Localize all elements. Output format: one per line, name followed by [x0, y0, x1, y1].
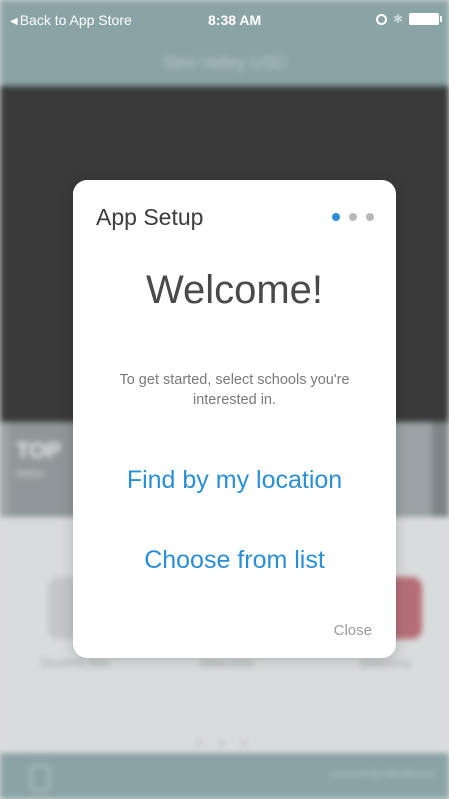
app-header: Simi Valley USD [0, 40, 449, 86]
page-dot-2 [349, 213, 357, 221]
status-indicators: ✱ [375, 12, 442, 26]
close-button[interactable]: Close [334, 622, 372, 639]
status-bar: ◀ Back to App Store 8:38 AM ✱ [0, 0, 449, 40]
app-header-title: Simi Valley USD [162, 53, 287, 72]
powered-by-label: powered by Blackboard [330, 769, 435, 780]
bluetooth-icon: ✱ [392, 12, 403, 26]
background-page-dots: ● ● ● [195, 735, 254, 749]
tile-next [432, 422, 449, 517]
page-dot-1 [332, 213, 340, 221]
app-setup-dialog: App Setup Welcome! To get started, selec… [73, 180, 396, 658]
choose-from-list-button[interactable]: Choose from list [73, 546, 396, 575]
back-to-app-store-label: Back to App Store [19, 12, 132, 28]
dialog-title: App Setup [96, 204, 204, 230]
status-time: 8:38 AM [208, 12, 262, 28]
alarm-icon [375, 13, 387, 25]
intro-text: To get started, select schools you're in… [119, 372, 350, 408]
find-by-location-button[interactable]: Find by my location [73, 466, 396, 495]
page-dot-3 [366, 213, 374, 221]
page-indicator [332, 213, 374, 221]
back-triangle-icon: ◀ [10, 16, 18, 27]
bottom-bar: powered by Blackboard [0, 753, 449, 799]
home-icon [30, 765, 50, 791]
back-to-app-store[interactable]: ◀ Back to App Store [10, 12, 132, 28]
battery-icon [409, 13, 442, 25]
welcome-heading: Welcome! [145, 268, 324, 312]
